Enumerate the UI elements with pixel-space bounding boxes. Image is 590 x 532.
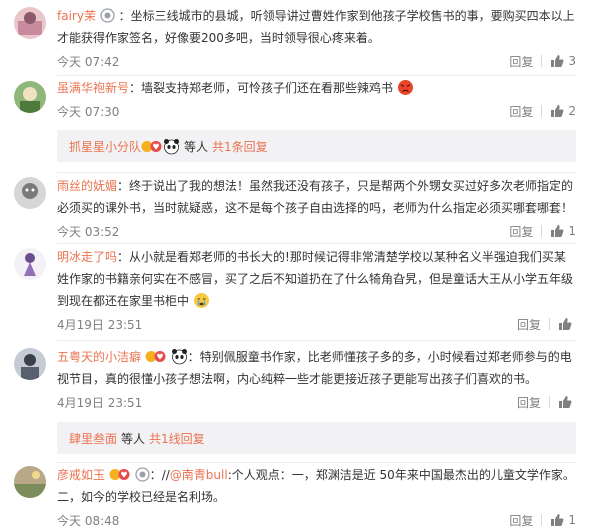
angry-emoji-icon <box>397 79 414 96</box>
sub-reply-user-link[interactable]: 抓星星小分队 <box>69 138 141 155</box>
verified-badge-icon <box>100 8 115 23</box>
svg-text:♥: ♥ <box>156 353 163 362</box>
like-count: 1 <box>568 224 576 238</box>
comment-actions: 回复 3 <box>509 53 576 70</box>
reply-button[interactable]: 回复 <box>517 316 541 333</box>
thumbs-up-icon <box>558 317 576 331</box>
mention-link[interactable]: @南青bull <box>170 468 228 482</box>
username-link[interactable]: 虽满华袍新号 <box>57 81 129 95</box>
sub-reply-summary: 肆里叁面 等人 共1线回复 <box>57 422 576 454</box>
comment-actions: 回复 <box>517 394 576 411</box>
timestamp: 4月19日 23:51 <box>57 317 143 332</box>
avatar[interactable] <box>14 348 46 380</box>
comment-text: 雨丝的妩媚：终于说出了我的想法！虽然我还没有孩子，只是帮两个外甥女买过好多次老师… <box>57 179 574 215</box>
avatar[interactable] <box>14 81 46 113</box>
comment-meta: 4月19日 23:51 回复 <box>57 313 576 335</box>
like-count: 1 <box>568 513 576 527</box>
crying-emoji-icon <box>193 292 210 309</box>
timestamp: 4月19日 23:51 <box>57 395 143 410</box>
reply-button[interactable]: 回复 <box>517 394 541 411</box>
username-link[interactable]: 彦戒如玉 <box>57 468 105 482</box>
timestamp: 今天 07:42 <box>57 54 120 69</box>
username-link[interactable]: fairy茉 <box>57 9 96 23</box>
svg-text:♥: ♥ <box>120 471 127 480</box>
username-link[interactable]: 雨丝的妩媚 <box>57 179 117 193</box>
thumbs-up-icon <box>558 395 576 409</box>
svg-text:♥: ♥ <box>152 142 159 151</box>
comment-actions: 回复 1 <box>509 512 576 529</box>
divider <box>57 340 576 341</box>
panda-icon <box>171 348 188 365</box>
like-button[interactable] <box>558 317 576 331</box>
comment-text: 五粤天的小洁癖 ♥ ：特别佩服童书作家，比老师懂孩子多的多，小时候看过郑老师参与… <box>57 348 572 386</box>
like-count: 3 <box>568 54 576 68</box>
divider <box>541 55 543 67</box>
divider <box>57 243 576 244</box>
comment-meta: 4月19日 23:51 回复 <box>57 391 576 413</box>
comment-item: 五粤天的小洁癖 ♥ ：特别佩服童书作家，比老师懂孩子多的多，小时候看过郑老师参与… <box>0 346 590 413</box>
comment-meta: 今天 07:42 回复 3 <box>57 50 576 72</box>
like-count: 2 <box>568 104 576 118</box>
avatar[interactable] <box>14 248 46 280</box>
comment-actions: 回复 2 <box>509 103 576 120</box>
comment-item: 彦戒如玉 ♥ ：//@南青bull:个人观点：一，郑渊洁是近 50年来中国最杰出… <box>0 464 590 531</box>
comment-meta: 今天 03:52 回复 1 <box>57 220 576 242</box>
like-button[interactable]: 2 <box>550 104 576 118</box>
comment-item: fairy茉 ：坐标三线城市的县城，听领导讲过曹姓作家到他孩子学校售书的事，要购… <box>0 5 590 72</box>
comment-text: 彦戒如玉 ♥ ：//@南青bull:个人观点：一，郑渊洁是近 50年来中国最杰出… <box>57 467 575 504</box>
vip-badge-icon: ♥ <box>145 349 167 364</box>
avatar[interactable] <box>14 7 46 39</box>
divider <box>541 105 543 117</box>
thumbs-up-icon <box>550 104 568 118</box>
timestamp: 今天 03:52 <box>57 224 120 239</box>
comment-text: fairy茉 ：坐标三线城市的县城，听领导讲过曹姓作家到他孩子学校售书的事，要购… <box>57 8 575 45</box>
comment-meta: 今天 08:48 回复 1 <box>57 509 576 531</box>
username-link[interactable]: 五粤天的小洁癖 <box>57 350 141 364</box>
reply-button[interactable]: 回复 <box>509 223 533 240</box>
timestamp: 今天 07:30 <box>57 104 120 119</box>
reply-button[interactable]: 回复 <box>509 53 533 70</box>
thumbs-up-icon <box>550 224 568 238</box>
avatar[interactable] <box>14 177 46 209</box>
comment-item: 虽满华袍新号：墙裂支持郑老师，可怜孩子们还在看那些辣鸡书 今天 07:30 回复… <box>0 77 590 122</box>
divider <box>549 318 550 330</box>
divider <box>57 172 576 173</box>
like-button[interactable] <box>558 395 576 409</box>
divider <box>541 225 543 237</box>
divider <box>549 396 550 408</box>
reply-button[interactable]: 回复 <box>509 103 533 120</box>
sub-reply-user-link[interactable]: 肆里叁面 <box>69 430 117 447</box>
vip-badge-icon: ♥ <box>141 139 163 154</box>
comment-meta: 今天 07:30 回复 2 <box>57 100 576 122</box>
divider <box>541 514 543 526</box>
comment-item: 明冰走了吗：从小就是看郑老师的书长大的!那时候记得非常清楚学校以某种名义半强迫我… <box>0 246 590 335</box>
sub-reply-summary: 抓星星小分队 ♥ 等人 共1条回复 <box>57 130 576 162</box>
panda-icon <box>163 138 180 155</box>
thumbs-up-icon <box>550 54 568 68</box>
username-link[interactable]: 明冰走了吗 <box>57 250 117 264</box>
comment-text: 明冰走了吗：从小就是看郑老师的书长大的!那时候记得非常清楚学校以某种名义半强迫我… <box>57 250 574 309</box>
reply-button[interactable]: 回复 <box>509 512 533 529</box>
like-button[interactable]: 3 <box>550 54 576 68</box>
timestamp: 今天 08:48 <box>57 513 120 528</box>
vip-badge-icon: ♥ <box>109 467 131 482</box>
divider <box>57 462 576 463</box>
comment-actions: 回复 <box>517 316 576 333</box>
verified-badge-icon <box>135 467 150 482</box>
divider <box>57 75 576 76</box>
avatar[interactable] <box>14 466 46 498</box>
thumbs-up-icon <box>550 513 568 527</box>
comment-item: 雨丝的妩媚：终于说出了我的想法！虽然我还没有孩子，只是帮两个外甥女买过好多次老师… <box>0 175 590 242</box>
view-replies-link[interactable]: 共1条回复 <box>212 138 268 155</box>
comment-actions: 回复 1 <box>509 223 576 240</box>
like-button[interactable]: 1 <box>550 224 576 238</box>
view-replies-link[interactable]: 共1线回复 <box>149 430 205 447</box>
comment-text: 虽满华袍新号：墙裂支持郑老师，可怜孩子们还在看那些辣鸡书 <box>57 77 576 99</box>
like-button[interactable]: 1 <box>550 513 576 527</box>
comment-list: fairy茉 ：坐标三线城市的县城，听领导讲过曹姓作家到他孩子学校售书的事，要购… <box>0 0 590 532</box>
